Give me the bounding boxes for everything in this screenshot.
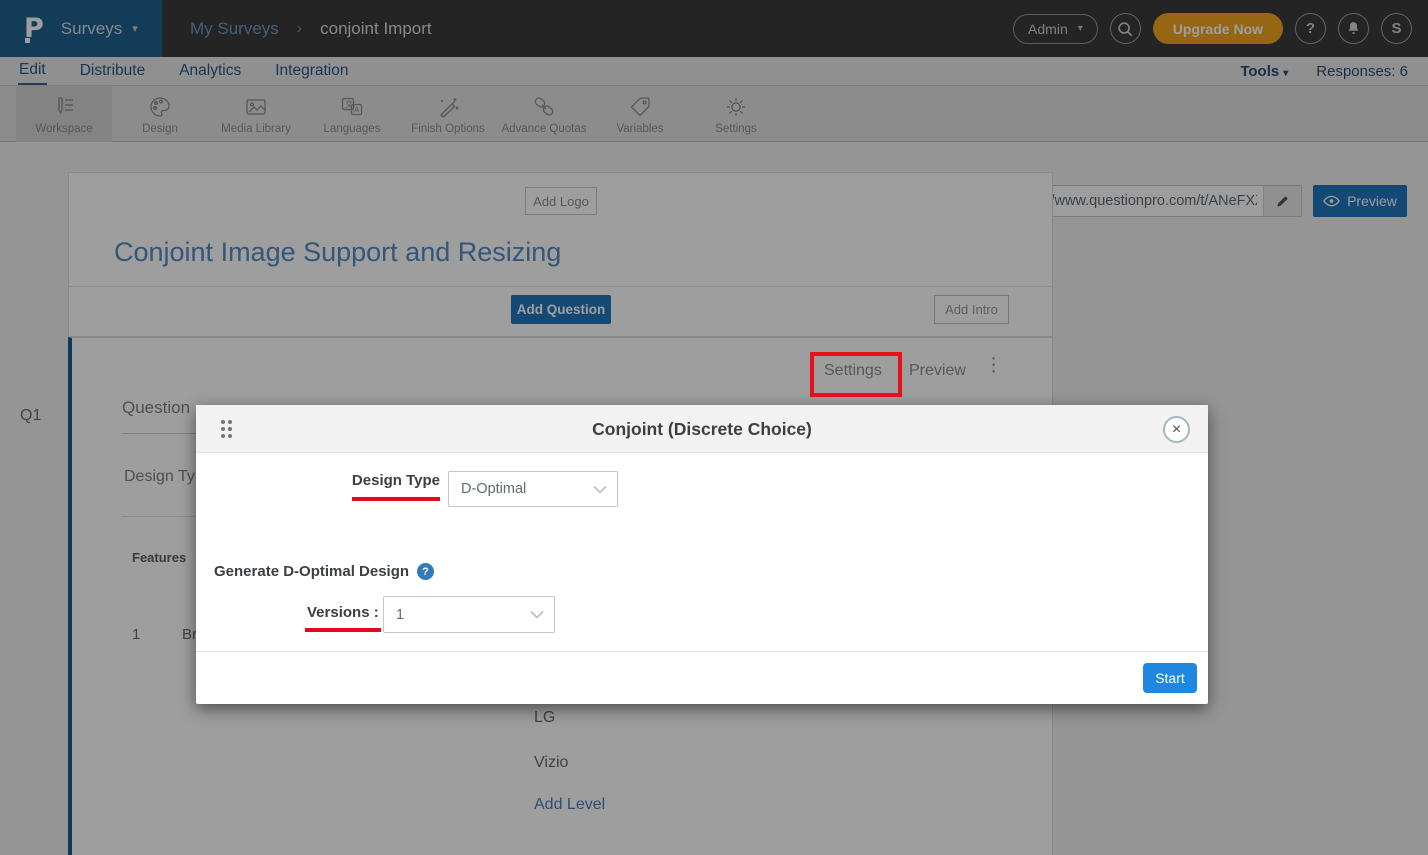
design-type-select[interactable]: D-Optimal — [448, 471, 618, 507]
design-type-selected-value: D-Optimal — [461, 481, 526, 497]
generate-design-row: Generate D-Optimal Design ? — [214, 563, 434, 580]
generate-design-label: Generate D-Optimal Design — [214, 563, 409, 580]
chevron-down-icon — [593, 485, 607, 494]
settings-highlight-annotation — [810, 352, 902, 397]
modal-title: Conjoint (Discrete Choice) — [196, 405, 1208, 453]
conjoint-settings-modal: Conjoint (Discrete Choice) × Design Type… — [196, 405, 1208, 704]
close-icon[interactable]: × — [1163, 416, 1190, 443]
modal-footer-divider — [196, 651, 1208, 652]
questionpro-app: P Surveys ▾ My Surveys › conjoint Import… — [0, 0, 1428, 855]
versions-select[interactable]: 1 — [383, 596, 555, 633]
start-button[interactable]: Start — [1143, 663, 1197, 693]
versions-selected-value: 1 — [396, 607, 404, 623]
versions-label: Versions : — [307, 604, 379, 621]
versions-underline-annotation — [305, 628, 381, 632]
help-icon[interactable]: ? — [417, 563, 434, 580]
design-type-underline-annotation — [352, 497, 440, 501]
design-type-label: Design Type — [316, 472, 440, 489]
chevron-down-icon — [530, 610, 544, 619]
